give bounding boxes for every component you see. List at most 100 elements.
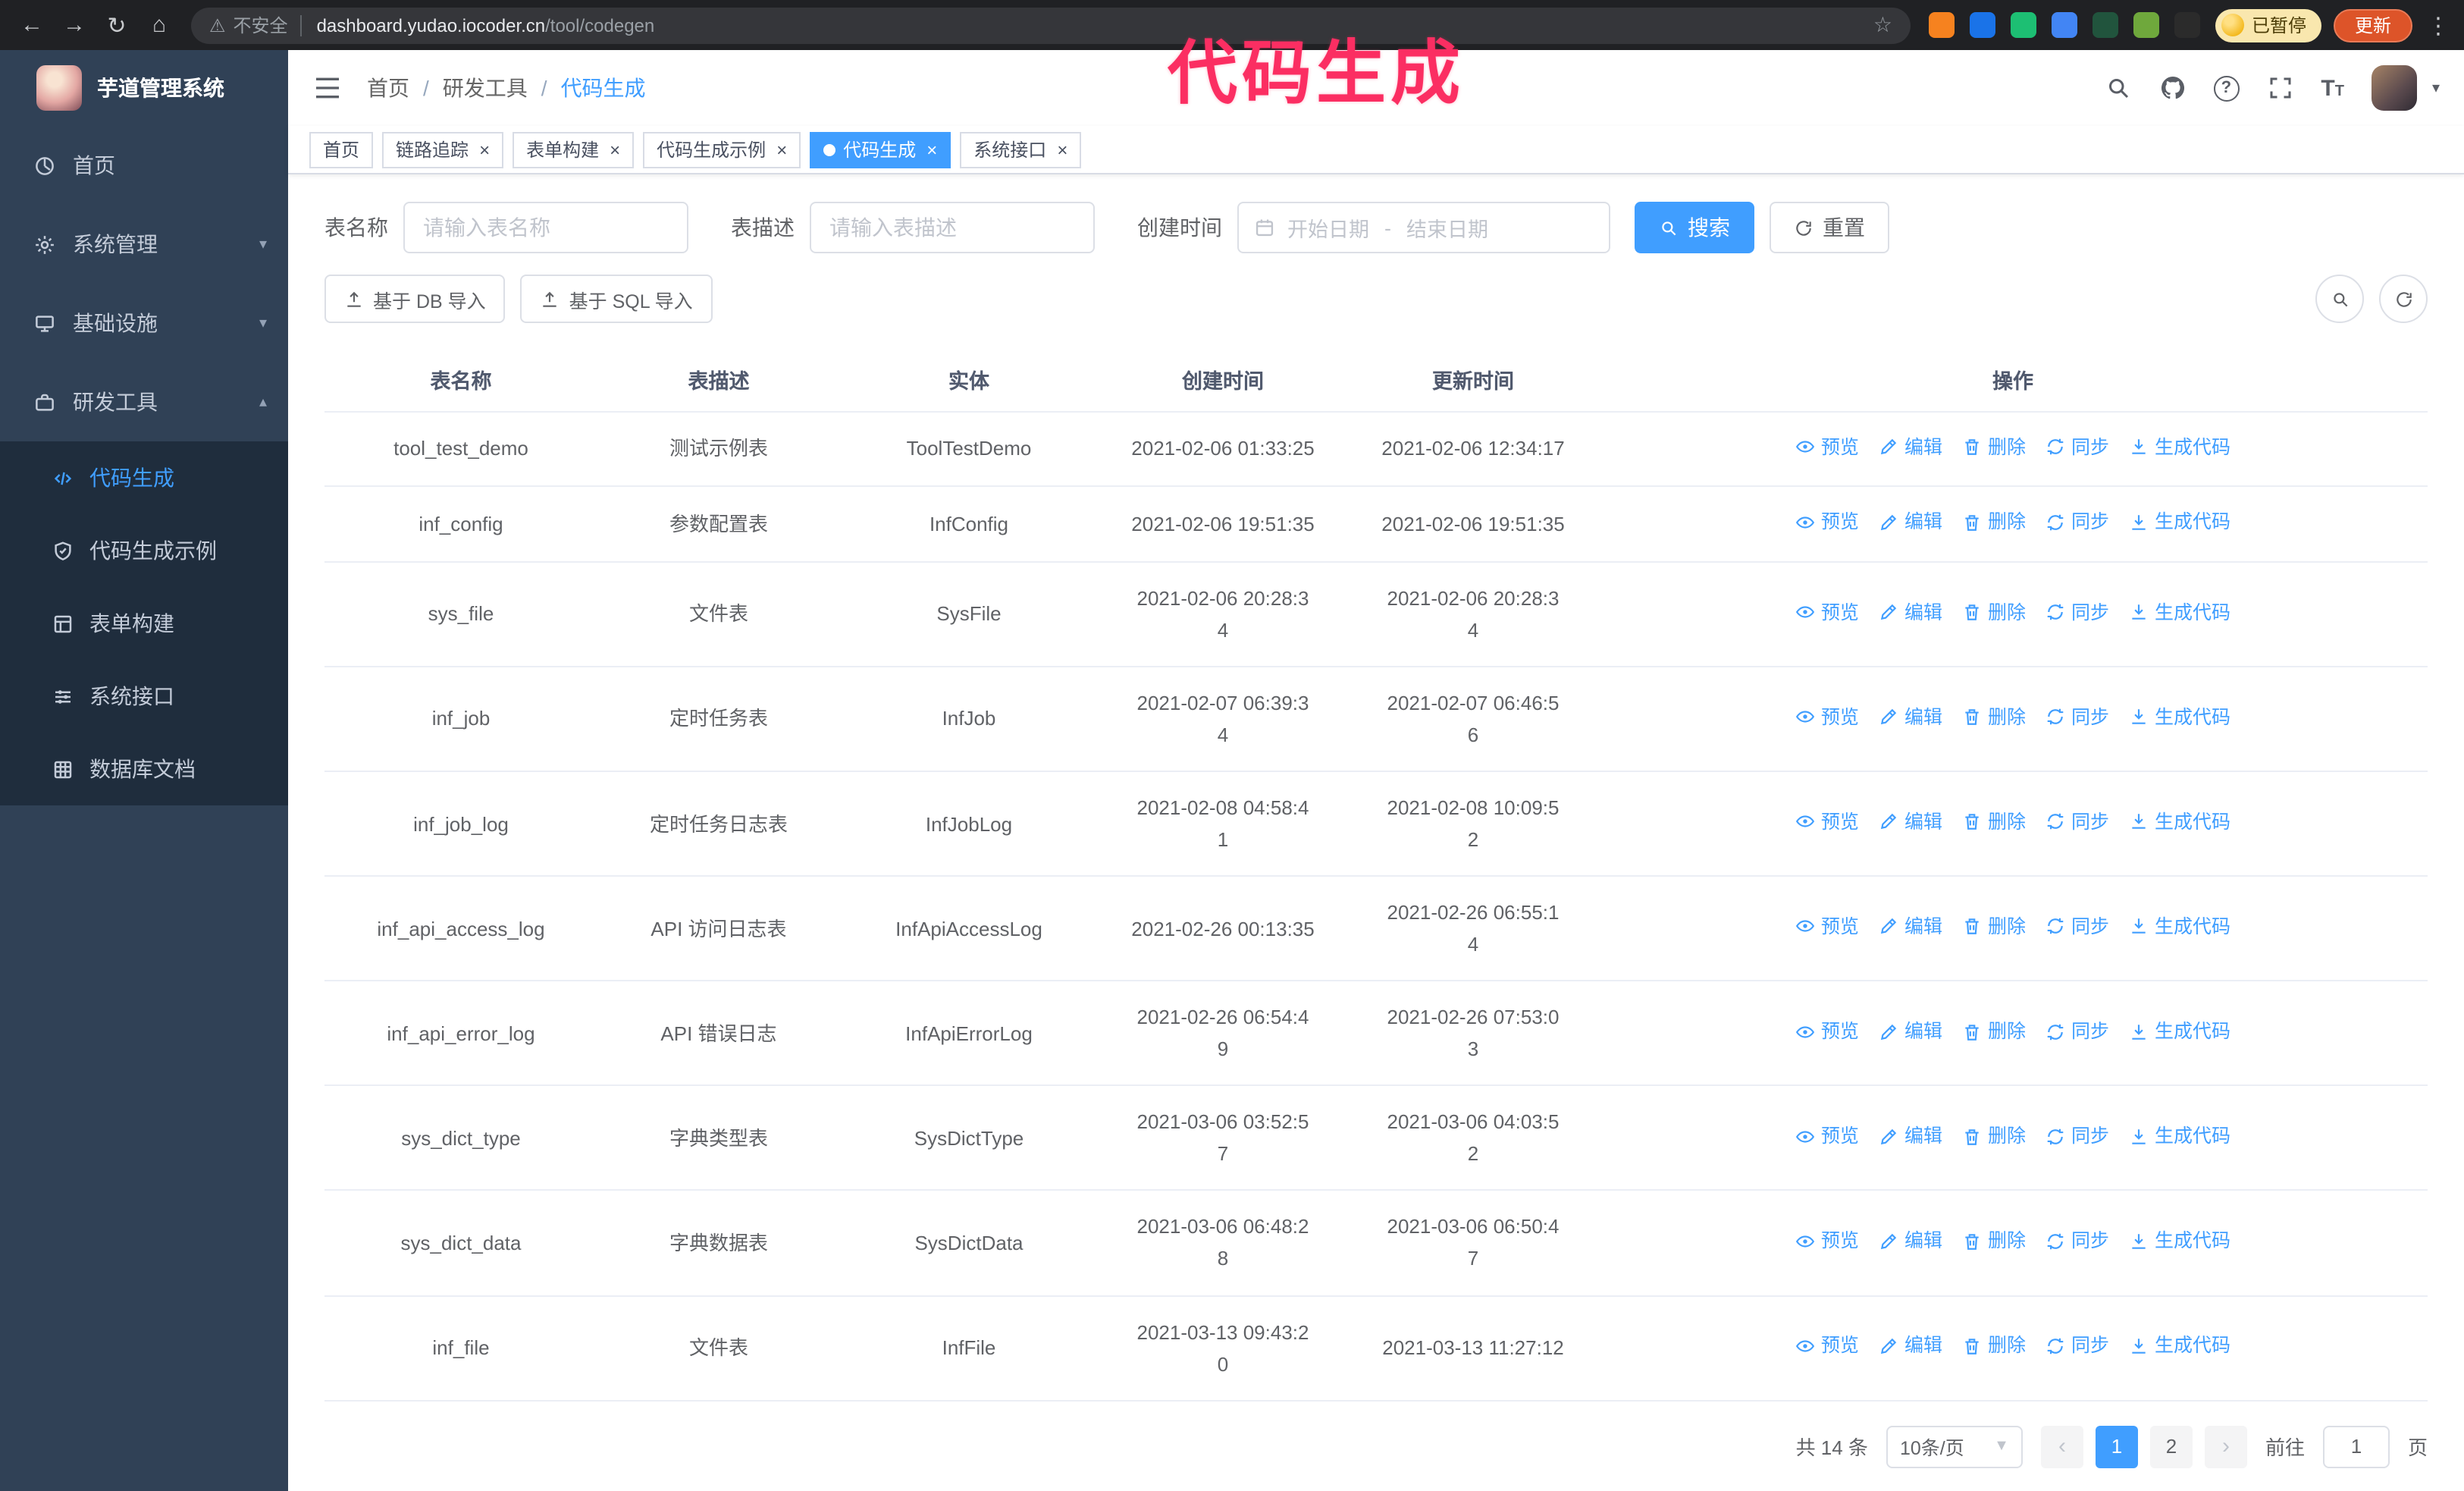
action-eye-link[interactable]: 预览 bbox=[1795, 507, 1859, 538]
action-sync-link[interactable]: 同步 bbox=[2045, 597, 2109, 628]
action-trash-link[interactable]: 删除 bbox=[1962, 702, 2026, 733]
action-edit-link[interactable]: 编辑 bbox=[1879, 806, 1942, 837]
reset-button[interactable]: 重置 bbox=[1770, 202, 1889, 253]
action-sync-link[interactable]: 同步 bbox=[2045, 1330, 2109, 1361]
github-icon[interactable] bbox=[2158, 74, 2186, 102]
sidebar-item-devtools[interactable]: 研发工具 ▴ bbox=[0, 363, 288, 441]
action-trash-link[interactable]: 删除 bbox=[1962, 597, 2026, 628]
forward-icon[interactable]: → bbox=[55, 5, 94, 45]
action-sync-link[interactable]: 同步 bbox=[2045, 702, 2109, 733]
extension-leaf-icon[interactable] bbox=[2133, 12, 2159, 38]
action-trash-link[interactable]: 删除 bbox=[1962, 1121, 2026, 1152]
action-edit-link[interactable]: 编辑 bbox=[1879, 1121, 1942, 1152]
sidebar-item-system[interactable]: 系统管理 ▾ bbox=[0, 205, 288, 284]
hamburger-icon[interactable] bbox=[312, 73, 343, 103]
paused-badge[interactable]: 已暂停 bbox=[2215, 8, 2321, 42]
action-eye-link[interactable]: 预览 bbox=[1795, 702, 1859, 733]
action-eye-link[interactable]: 预览 bbox=[1795, 597, 1859, 628]
action-trash-link[interactable]: 删除 bbox=[1962, 1330, 2026, 1361]
action-edit-link[interactable]: 编辑 bbox=[1879, 1016, 1942, 1047]
action-download-link[interactable]: 生成代码 bbox=[2129, 1330, 2230, 1361]
action-trash-link[interactable]: 删除 bbox=[1962, 806, 2026, 837]
action-edit-link[interactable]: 编辑 bbox=[1879, 912, 1942, 943]
action-trash-link[interactable]: 删除 bbox=[1962, 1226, 2026, 1257]
extension-dark-green-icon[interactable] bbox=[2092, 12, 2118, 38]
prev-page-button[interactable]: ‹ bbox=[2040, 1425, 2083, 1468]
breadcrumb-devtools[interactable]: 研发工具 bbox=[443, 73, 528, 103]
action-download-link[interactable]: 生成代码 bbox=[2129, 1121, 2230, 1152]
action-eye-link[interactable]: 预览 bbox=[1795, 912, 1859, 943]
tab-codegen-demo[interactable]: 代码生成示例 × bbox=[643, 131, 801, 168]
action-download-link[interactable]: 生成代码 bbox=[2129, 432, 2230, 463]
goto-page-input[interactable] bbox=[2322, 1425, 2390, 1468]
action-trash-link[interactable]: 删除 bbox=[1962, 912, 2026, 943]
action-trash-link[interactable]: 删除 bbox=[1962, 1016, 2026, 1047]
action-download-link[interactable]: 生成代码 bbox=[2129, 597, 2230, 628]
action-eye-link[interactable]: 预览 bbox=[1795, 432, 1859, 463]
action-download-link[interactable]: 生成代码 bbox=[2129, 1016, 2230, 1047]
tab-form-build[interactable]: 表单构建 × bbox=[513, 131, 635, 168]
action-sync-link[interactable]: 同步 bbox=[2045, 432, 2109, 463]
help-icon[interactable]: ? bbox=[2213, 75, 2240, 101]
toggle-search-button[interactable] bbox=[2315, 275, 2364, 323]
sidebar-item-home[interactable]: 首页 bbox=[0, 126, 288, 205]
action-trash-link[interactable]: 删除 bbox=[1962, 507, 2026, 538]
breadcrumb-home[interactable]: 首页 bbox=[367, 73, 409, 103]
sidebar-item-api[interactable]: 系统接口 bbox=[0, 660, 288, 733]
tab-home[interactable]: 首页 bbox=[309, 131, 374, 168]
tab-codegen[interactable]: 代码生成 × bbox=[810, 131, 951, 168]
tab-api[interactable]: 系统接口 × bbox=[960, 131, 1082, 168]
sidebar-item-form-build[interactable]: 表单构建 bbox=[0, 587, 288, 660]
bookmark-star-icon[interactable]: ☆ bbox=[1873, 12, 1892, 38]
sidebar-item-codegen-demo[interactable]: 代码生成示例 bbox=[0, 514, 288, 587]
sidebar-item-infra[interactable]: 基础设施 ▾ bbox=[0, 284, 288, 363]
reload-icon[interactable]: ↻ bbox=[97, 5, 136, 45]
refresh-table-button[interactable] bbox=[2379, 275, 2428, 323]
action-edit-link[interactable]: 编辑 bbox=[1879, 432, 1942, 463]
logo[interactable]: 芋道管理系统 bbox=[0, 50, 288, 126]
extension-orange-icon[interactable] bbox=[1928, 12, 1955, 38]
font-size-icon[interactable]: TT bbox=[2321, 75, 2344, 101]
action-download-link[interactable]: 生成代码 bbox=[2129, 806, 2230, 837]
action-eye-link[interactable]: 预览 bbox=[1795, 1016, 1859, 1047]
action-sync-link[interactable]: 同步 bbox=[2045, 1121, 2109, 1152]
action-sync-link[interactable]: 同步 bbox=[2045, 912, 2109, 943]
avatar[interactable] bbox=[2371, 65, 2417, 111]
action-eye-link[interactable]: 预览 bbox=[1795, 1121, 1859, 1152]
sidebar-item-db-doc[interactable]: 数据库文档 bbox=[0, 733, 288, 805]
search-icon[interactable] bbox=[2104, 74, 2131, 102]
search-button[interactable]: 搜索 bbox=[1635, 202, 1754, 253]
page-button-1[interactable]: 1 bbox=[2095, 1425, 2138, 1468]
back-icon[interactable]: ← bbox=[12, 5, 52, 45]
close-icon[interactable]: × bbox=[926, 140, 937, 159]
action-eye-link[interactable]: 预览 bbox=[1795, 1226, 1859, 1257]
sidebar-item-codegen[interactable]: 代码生成 bbox=[0, 441, 288, 514]
fullscreen-icon[interactable] bbox=[2266, 74, 2293, 102]
chevron-down-icon[interactable]: ▾ bbox=[2432, 80, 2440, 96]
close-icon[interactable]: × bbox=[776, 140, 787, 159]
action-download-link[interactable]: 生成代码 bbox=[2129, 912, 2230, 943]
action-edit-link[interactable]: 编辑 bbox=[1879, 507, 1942, 538]
close-icon[interactable]: × bbox=[479, 140, 490, 159]
action-trash-link[interactable]: 删除 bbox=[1962, 432, 2026, 463]
action-sync-link[interactable]: 同步 bbox=[2045, 507, 2109, 538]
page-size-select[interactable]: 10条/页 ▼ bbox=[1886, 1425, 2023, 1468]
action-edit-link[interactable]: 编辑 bbox=[1879, 597, 1942, 628]
browser-menu-icon[interactable]: ⋮ bbox=[2425, 11, 2452, 39]
extension-blue-people-icon[interactable] bbox=[2051, 12, 2077, 38]
extension-green-check-icon[interactable] bbox=[2010, 12, 2036, 38]
action-download-link[interactable]: 生成代码 bbox=[2129, 1226, 2230, 1257]
import-db-button[interactable]: 基于 DB 导入 bbox=[324, 275, 506, 323]
close-icon[interactable]: × bbox=[610, 140, 620, 159]
action-sync-link[interactable]: 同步 bbox=[2045, 1226, 2109, 1257]
tab-tracing[interactable]: 链路追踪 × bbox=[382, 131, 504, 168]
action-eye-link[interactable]: 预览 bbox=[1795, 1330, 1859, 1361]
action-download-link[interactable]: 生成代码 bbox=[2129, 507, 2230, 538]
table-name-input[interactable] bbox=[403, 202, 688, 253]
action-edit-link[interactable]: 编辑 bbox=[1879, 702, 1942, 733]
action-sync-link[interactable]: 同步 bbox=[2045, 1016, 2109, 1047]
extension-dark-icon[interactable] bbox=[2174, 12, 2200, 38]
action-edit-link[interactable]: 编辑 bbox=[1879, 1226, 1942, 1257]
action-download-link[interactable]: 生成代码 bbox=[2129, 702, 2230, 733]
update-button[interactable]: 更新 bbox=[2333, 8, 2412, 42]
